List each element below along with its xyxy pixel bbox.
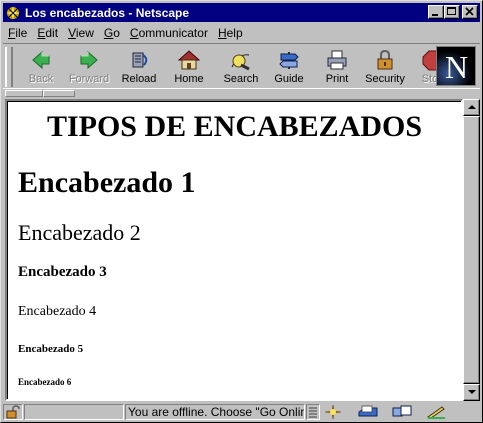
scroll-up-button[interactable] bbox=[463, 99, 480, 116]
home-button[interactable]: Home bbox=[165, 47, 213, 87]
title-bar[interactable]: Los encabezados - Netscape bbox=[3, 3, 480, 22]
menu-label-rest: elp bbox=[226, 26, 243, 40]
status-bar: You are offline. Choose "Go Online... bbox=[3, 403, 480, 421]
menu-bar: File Edit View Go Communicator Help bbox=[3, 23, 480, 43]
navigation-toolbar: Back Forward Reload Home Search Guide Pr… bbox=[3, 43, 480, 89]
status-divider-grip bbox=[306, 404, 320, 420]
minimize-icon bbox=[432, 14, 438, 16]
progress-panel bbox=[24, 404, 124, 420]
home-label: Home bbox=[174, 73, 204, 85]
security-lock-icon bbox=[377, 49, 393, 70]
menu-view[interactable]: View bbox=[63, 26, 99, 40]
print-button[interactable]: Print bbox=[313, 47, 361, 87]
down-arrow-icon bbox=[468, 390, 476, 394]
grip-lines-icon bbox=[309, 407, 317, 418]
maximize-icon bbox=[447, 7, 456, 15]
heading-level-1: Encabezado 1 bbox=[18, 166, 196, 199]
menu-mnemonic: G bbox=[103, 26, 114, 40]
navigator-compass-icon bbox=[324, 404, 342, 420]
page-viewport[interactable]: TIPOS DE ENCABEZADOS Encabezado 1 Encabe… bbox=[5, 99, 463, 401]
search-icon bbox=[231, 54, 250, 71]
maximize-button[interactable] bbox=[444, 5, 460, 19]
heading-level-5: Encabezado 5 bbox=[18, 343, 84, 355]
reload-button[interactable]: Reload bbox=[115, 47, 163, 87]
page-body: TIPOS DE ENCABEZADOS Encabezado 1 Encabe… bbox=[7, 101, 461, 399]
heading-level-3: Encabezado 3 bbox=[18, 264, 107, 280]
menu-file[interactable]: File bbox=[3, 26, 32, 40]
heading-level-2: Encabezado 2 bbox=[18, 220, 141, 245]
menu-go[interactable]: Go bbox=[99, 26, 125, 40]
menu-help[interactable]: Help bbox=[213, 26, 248, 40]
netscape-window: Los encabezados - Netscape File Edit View G… bbox=[0, 0, 483, 423]
print-icon bbox=[327, 50, 347, 70]
menu-label-rest: ile bbox=[15, 26, 28, 40]
toolbar-grip[interactable] bbox=[5, 47, 13, 87]
heading-level-6: Encabezado 6 bbox=[18, 377, 72, 387]
scroll-down-button[interactable] bbox=[463, 384, 480, 401]
netscape-logo-letter: N bbox=[445, 49, 469, 85]
status-message: You are offline. Choose "Go Online... bbox=[125, 404, 305, 420]
discussions-icon bbox=[392, 405, 412, 417]
menu-mnemonic: V bbox=[68, 26, 76, 40]
close-icon bbox=[465, 7, 474, 16]
security-status-panel[interactable] bbox=[3, 404, 23, 420]
heading-level-4: Encabezado 4 bbox=[18, 304, 97, 319]
location-toolbar-tab[interactable] bbox=[5, 90, 43, 97]
netscape-logo[interactable]: N bbox=[436, 46, 476, 86]
up-arrow-icon bbox=[468, 105, 476, 109]
menu-communicator[interactable]: Communicator bbox=[125, 26, 213, 40]
reload-icon bbox=[132, 52, 148, 68]
close-button[interactable] bbox=[462, 5, 478, 19]
guide-signpost-icon bbox=[279, 52, 299, 69]
netscape-app-icon[interactable] bbox=[5, 5, 21, 21]
forward-label: Forward bbox=[68, 73, 110, 85]
composer-pen-icon bbox=[426, 406, 445, 419]
mail-inbox-icon bbox=[358, 405, 378, 417]
minimize-button[interactable] bbox=[428, 5, 444, 19]
menu-mnemonic: H bbox=[217, 26, 227, 40]
composer-component-button[interactable] bbox=[425, 404, 445, 420]
menu-label-rest: iew bbox=[75, 26, 94, 40]
menu-mnemonic: C bbox=[129, 26, 139, 40]
scroll-thumb[interactable] bbox=[463, 116, 480, 384]
back-arrow-icon bbox=[32, 50, 50, 70]
menu-edit[interactable]: Edit bbox=[32, 26, 63, 40]
security-button[interactable]: Security bbox=[361, 47, 409, 87]
window-title: Los encabezados - Netscape bbox=[25, 5, 190, 20]
reload-label: Reload bbox=[121, 73, 157, 85]
home-icon bbox=[177, 50, 201, 70]
discussions-component-button[interactable] bbox=[391, 404, 412, 420]
guide-button[interactable]: Guide bbox=[265, 47, 313, 87]
personal-toolbar-tab[interactable] bbox=[43, 90, 75, 97]
search-button[interactable]: Search bbox=[217, 47, 265, 87]
collapsed-toolbar-tabs bbox=[3, 90, 480, 98]
menu-label-rest: ommunicator bbox=[138, 26, 208, 40]
page-heading-title: TIPOS DE ENCABEZADOS bbox=[46, 110, 423, 143]
back-button[interactable]: Back bbox=[17, 47, 65, 87]
vertical-scrollbar[interactable] bbox=[463, 99, 480, 401]
forward-button[interactable]: Forward bbox=[65, 47, 113, 87]
menu-label-rest: o bbox=[113, 26, 120, 40]
mail-component-button[interactable] bbox=[357, 404, 378, 420]
navigator-component-button[interactable] bbox=[323, 404, 343, 420]
menu-label-rest: dit bbox=[45, 26, 59, 40]
unlocked-padlock-icon bbox=[6, 405, 20, 419]
forward-arrow-icon bbox=[80, 50, 98, 70]
